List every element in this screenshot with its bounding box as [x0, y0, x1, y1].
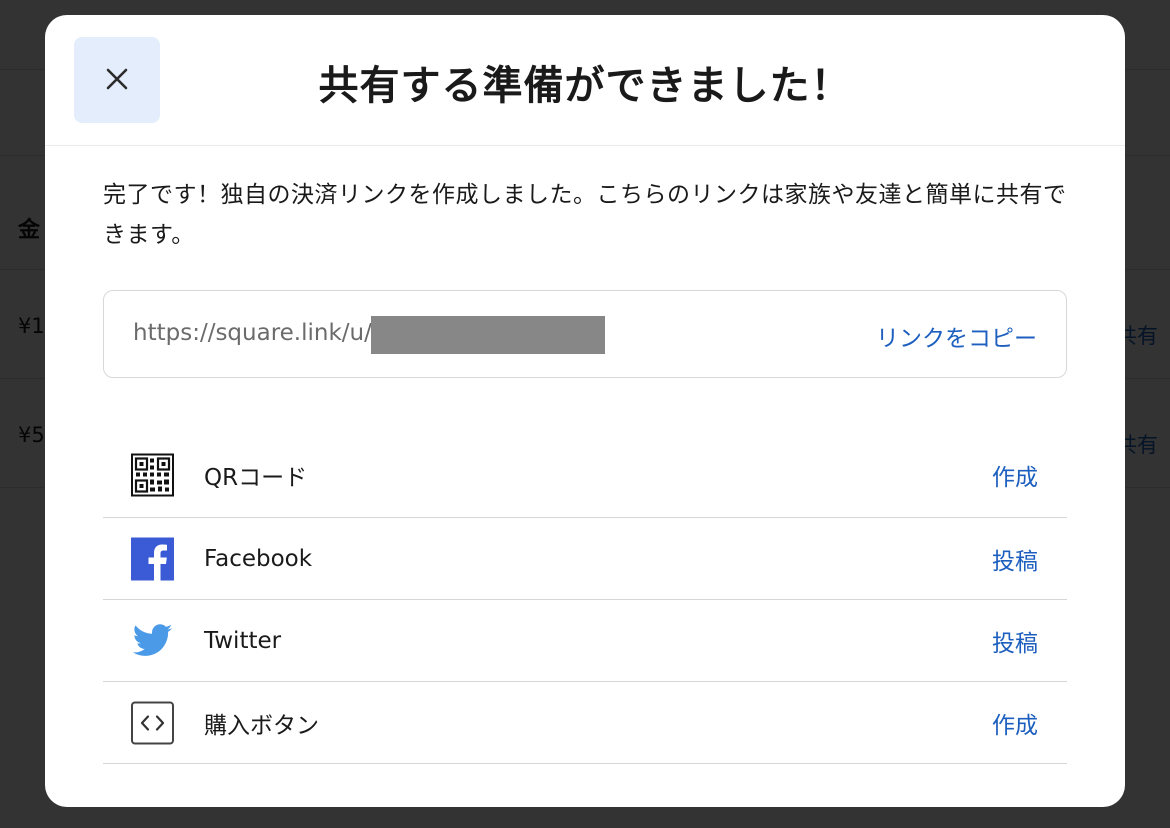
payment-link-url[interactable]: https://square.link/u/: [133, 320, 372, 346]
redacted-link-segment: [371, 316, 605, 354]
share-options-list: QRコード 作成 Facebook 投稿 Twitter 投稿 購入ボタン 作成: [103, 433, 1067, 764]
intro-text: 完了です！独自の決済リンクを作成しました。こちらのリンクは家族や友達と簡単に共有…: [103, 182, 1067, 248]
share-option-label: 購入ボタン: [204, 712, 319, 739]
copy-link-button[interactable]: リンクをコピー: [876, 319, 1037, 353]
facebook-icon: [131, 537, 174, 580]
create-qr-code-button[interactable]: 作成: [992, 458, 1038, 492]
modal-title: 共有する準備ができました！: [318, 63, 852, 109]
post-twitter-button[interactable]: 投稿: [992, 624, 1038, 658]
qr-code-icon: [131, 453, 174, 497]
share-modal: 共有する準備ができました！ 完了です！独自の決済リンクを作成しました。こちらのリ…: [45, 15, 1125, 807]
payment-link-box: https://square.link/u/ リンクをコピー: [103, 290, 1067, 378]
post-facebook-button[interactable]: 投稿: [992, 542, 1038, 576]
embed-code-icon: [131, 701, 174, 744]
share-option-label: Facebook: [204, 545, 313, 572]
share-option-facebook: Facebook 投稿: [103, 518, 1067, 600]
modal-header: 共有する準備ができました！: [45, 15, 1125, 146]
share-option-buy-button: 購入ボタン 作成: [103, 682, 1067, 764]
create-buy-button-button[interactable]: 作成: [992, 706, 1038, 740]
share-option-qr-code: QRコード 作成: [103, 433, 1067, 518]
share-option-twitter: Twitter 投稿: [103, 600, 1067, 682]
share-option-label: Twitter: [204, 627, 282, 654]
share-option-label: QRコード: [204, 465, 308, 491]
twitter-icon: [131, 619, 174, 662]
